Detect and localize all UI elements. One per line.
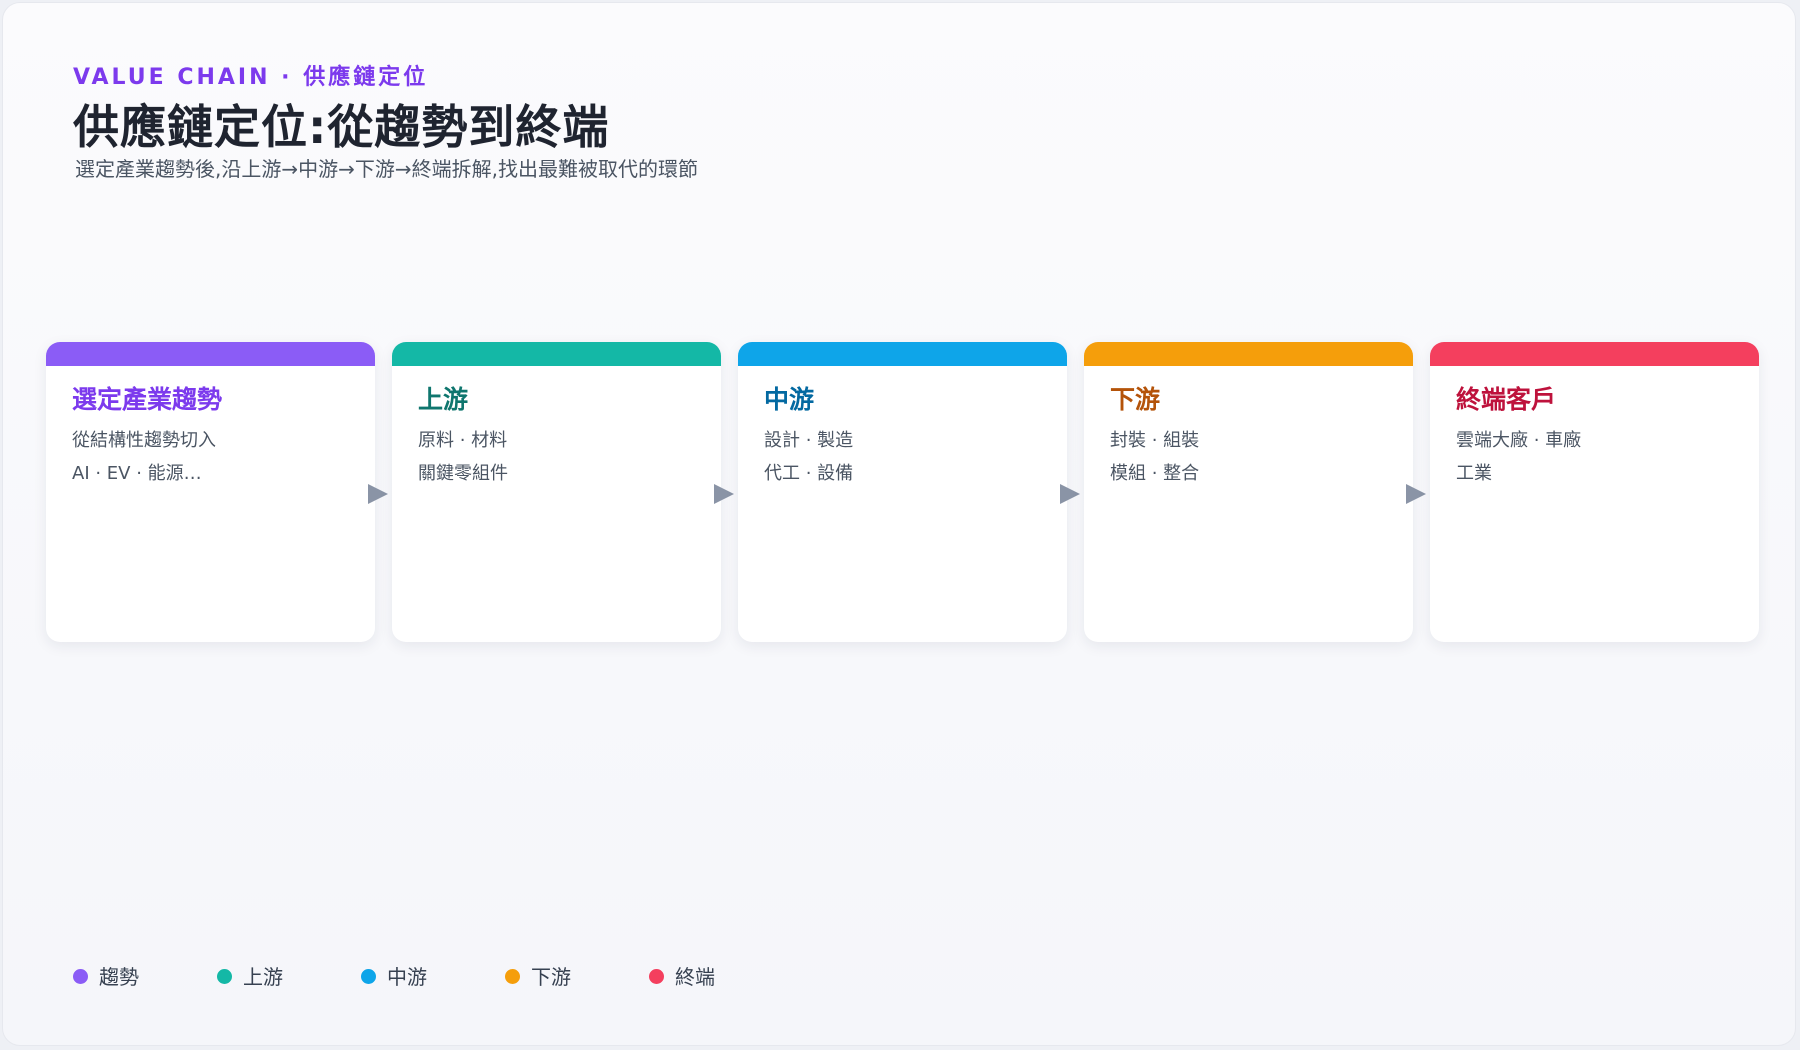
stage-detail-line: 從結構性趨勢切入 — [72, 430, 216, 451]
legend-label: 趨勢 — [99, 965, 139, 989]
flow-arrow-icon — [1060, 484, 1080, 504]
legend-dot-icon — [649, 969, 664, 984]
flow-arrow-icon — [714, 484, 734, 504]
stage-detail-line: 設計 · 製造 — [764, 430, 854, 451]
stage-card-trend: 選定產業趨勢 從結構性趨勢切入 AI · EV · 能源… — [46, 342, 375, 642]
stage-title: 上游 — [418, 385, 469, 414]
stage-color-bar — [46, 342, 375, 366]
legend-dot-icon — [505, 969, 520, 984]
page-title: 供應鏈定位:從趨勢到終端 — [73, 100, 610, 154]
stage-color-bar — [738, 342, 1067, 366]
stage-card-downstream: 下游 封裝 · 組裝 模組 · 整合 — [1084, 342, 1413, 642]
stage-detail-line: 代工 · 設備 — [764, 463, 854, 484]
legend-label: 終端 — [675, 965, 715, 989]
flow-arrow-icon — [1406, 484, 1426, 504]
stage-detail-line: 模組 · 整合 — [1110, 463, 1200, 484]
flow-arrow-icon — [368, 484, 388, 504]
legend-label: 上游 — [243, 965, 283, 989]
diagram-canvas: VALUE CHAIN · 供應鏈定位 供應鏈定位:從趨勢到終端 選定產業趨勢後… — [2, 2, 1796, 1046]
stage-title: 終端客戶 — [1456, 385, 1557, 414]
stage-card-upstream: 上游 原料 · 材料 關鍵零組件 — [392, 342, 721, 642]
value-chain-flow: 選定產業趨勢 從結構性趨勢切入 AI · EV · 能源… 上游 原料 · 材料… — [46, 342, 1760, 643]
stage-detail-line: 工業 — [1456, 463, 1492, 484]
eyebrow-label: VALUE CHAIN · 供應鏈定位 — [73, 65, 429, 90]
legend-dot-icon — [217, 969, 232, 984]
stage-card-midstream: 中游 設計 · 製造 代工 · 設備 — [738, 342, 1067, 642]
stage-title: 選定產業趨勢 — [72, 385, 223, 414]
stage-detail-line: AI · EV · 能源… — [72, 463, 202, 484]
stage-color-bar — [392, 342, 721, 366]
stage-card-end-customer: 終端客戶 雲端大廠 · 車廠 工業 — [1430, 342, 1759, 642]
stage-title: 中游 — [764, 385, 815, 414]
stage-detail-line: 關鍵零組件 — [418, 463, 508, 484]
legend-label: 中游 — [387, 965, 427, 989]
stage-detail-line: 雲端大廠 · 車廠 — [1456, 430, 1582, 451]
legend-dot-icon — [73, 969, 88, 984]
stage-detail-line: 原料 · 材料 — [418, 430, 508, 451]
stage-color-bar — [1430, 342, 1759, 366]
legend-dot-icon — [361, 969, 376, 984]
stage-detail-line: 封裝 · 組裝 — [1110, 430, 1200, 451]
stage-color-bar — [1084, 342, 1413, 366]
page-subtitle: 選定產業趨勢後,沿上游→中游→下游→終端拆解,找出最難被取代的環節 — [75, 157, 698, 181]
stage-title: 下游 — [1110, 385, 1161, 414]
legend-label: 下游 — [531, 965, 571, 989]
